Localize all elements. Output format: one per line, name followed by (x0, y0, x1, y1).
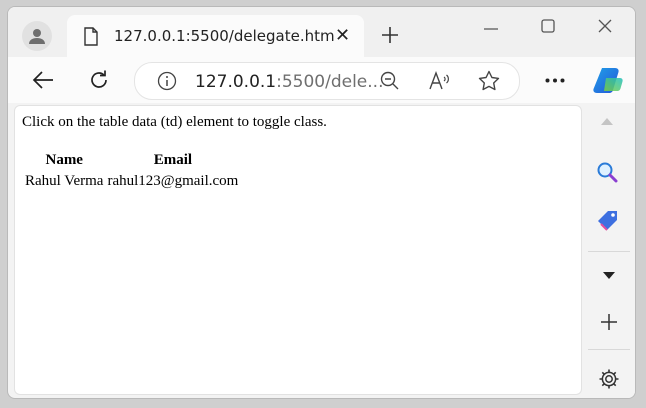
window-close-icon[interactable] (598, 19, 612, 33)
read-aloud-icon[interactable] (429, 71, 451, 91)
browser-window: 127.0.0.1:5500/delegate.htm ✕ 127.0.0.1:… (7, 6, 636, 399)
column-header-name: Name (45, 152, 83, 168)
search-icon[interactable] (596, 161, 618, 183)
zoom-out-icon[interactable] (380, 71, 400, 91)
refresh-icon[interactable] (88, 69, 110, 91)
back-arrow-icon[interactable] (32, 70, 54, 90)
url-path: :5500/dele... (276, 72, 384, 92)
copilot-icon[interactable] (593, 66, 623, 94)
more-icon[interactable] (545, 78, 565, 83)
table-cell-email[interactable]: rahul123@gmail.com (106, 172, 239, 191)
url-text[interactable]: 127.0.0.1:5500/dele... (195, 72, 383, 92)
url-host: 127.0.0.1 (195, 72, 277, 92)
plus-icon[interactable] (600, 313, 618, 331)
address-bar[interactable]: 127.0.0.1:5500/dele... (134, 62, 520, 100)
page-content: Click on the table data (td) element to … (14, 105, 582, 395)
user-table: Name Email Rahul Verma rahul123@gmail.co… (22, 149, 241, 193)
minimize-icon[interactable] (484, 27, 498, 31)
sidebar-divider (588, 251, 630, 252)
page-intro-text: Click on the table data (td) element to … (22, 114, 327, 130)
star-icon[interactable] (478, 70, 500, 92)
tag-icon[interactable] (596, 210, 620, 232)
maximize-icon[interactable] (541, 19, 555, 33)
scroll-up-icon[interactable] (600, 117, 614, 126)
profile-icon[interactable] (22, 21, 52, 51)
gear-icon[interactable] (598, 368, 620, 390)
table-row: Rahul Verma rahul123@gmail.com (24, 172, 239, 191)
close-icon[interactable]: ✕ (335, 27, 350, 45)
document-icon (84, 27, 98, 46)
table-header-row: Name Email (24, 151, 239, 170)
tab-strip: 127.0.0.1:5500/delegate.htm ✕ (8, 7, 635, 57)
tab-title: 127.0.0.1:5500/delegate.htm (114, 27, 335, 45)
sidebar-divider (588, 349, 630, 350)
toolbar: 127.0.0.1:5500/dele... (8, 57, 635, 103)
table-cell-name[interactable]: Rahul Verma (24, 172, 104, 191)
info-icon[interactable] (157, 71, 177, 91)
column-header-email: Email (153, 152, 193, 168)
sidebar (582, 105, 635, 398)
chevron-down-icon[interactable] (602, 271, 616, 280)
plus-icon[interactable] (380, 25, 400, 45)
tab-active[interactable]: 127.0.0.1:5500/delegate.htm ✕ (67, 15, 364, 57)
